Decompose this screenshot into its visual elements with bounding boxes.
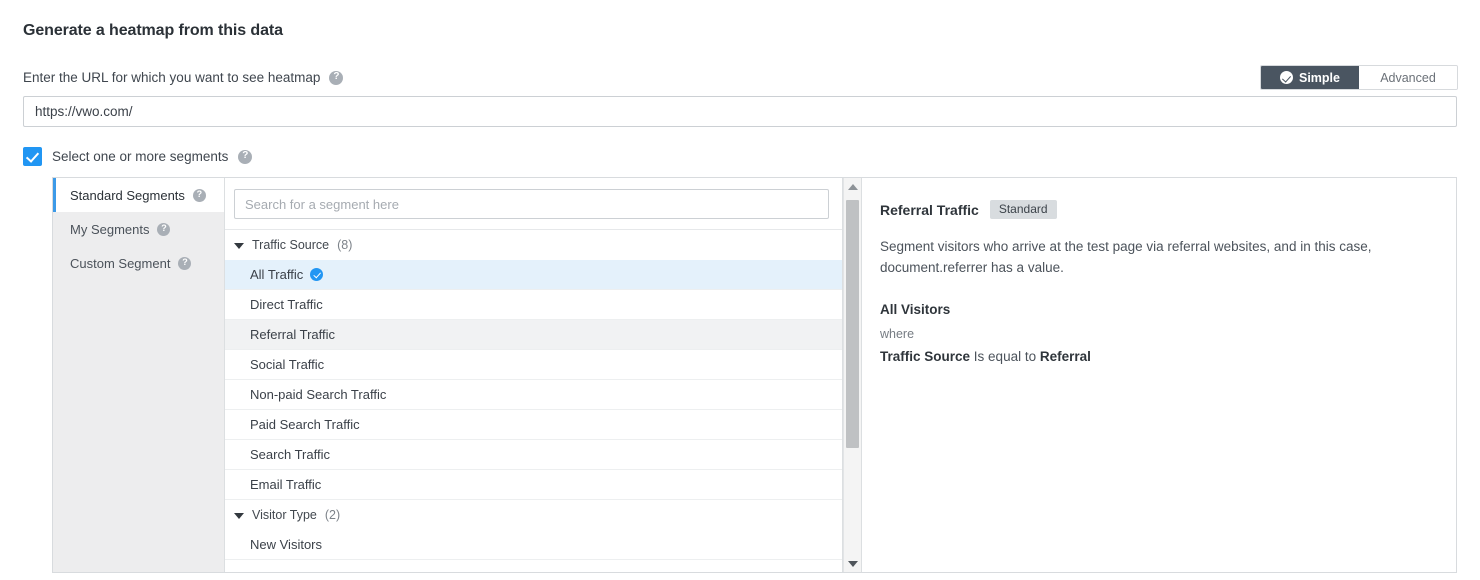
segment-tab-custom-segment-label: Custom Segment	[70, 255, 171, 271]
segment-item-new-visitors[interactable]: New Visitors	[225, 530, 842, 560]
segment-item-search-traffic[interactable]: Search Traffic	[225, 440, 842, 470]
segment-item-new-visitors-label: New Visitors	[250, 537, 323, 552]
mode-button-simple-label: Simple	[1299, 70, 1340, 85]
segment-item-paid-search-traffic[interactable]: Paid Search Traffic	[225, 410, 842, 440]
segment-item-referral-traffic[interactable]: Referral Traffic	[225, 320, 842, 350]
segment-detail-panel: Referral Traffic Standard Segment visito…	[862, 178, 1456, 572]
help-circle-icon-url[interactable]: ?	[329, 70, 344, 85]
segment-tab-custom-segment[interactable]: Custom Segment ?	[53, 246, 224, 280]
scrollbar-thumb[interactable]	[846, 200, 859, 448]
segment-item-non-paid-search-traffic[interactable]: Non-paid Search Traffic	[225, 380, 842, 410]
segment-detail-title-row: Referral Traffic Standard	[880, 200, 1432, 219]
segment-item-referral-traffic-label: Referral Traffic	[250, 327, 336, 342]
segment-detail-rule: Traffic Source Is equal to Referral	[880, 349, 1432, 364]
segment-item-non-paid-search-traffic-label: Non-paid Search Traffic	[250, 387, 387, 402]
segment-detail-scope: All Visitors	[880, 302, 951, 317]
chevron-up-icon-scroll[interactable]	[844, 178, 861, 195]
segment-group-visitor-type[interactable]: Visitor Type (2)	[225, 500, 842, 530]
segment-item-email-traffic[interactable]: Email Traffic	[225, 470, 842, 500]
segment-tabs: Standard Segments ? My Segments ? Custom…	[53, 178, 225, 572]
mode-button-advanced[interactable]: Advanced	[1359, 66, 1457, 89]
segment-tab-my-segments[interactable]: My Segments ?	[53, 212, 224, 246]
segment-detail-title: Referral Traffic	[880, 201, 979, 218]
heatmap-segment-selector-page: Generate a heatmap from this data Enter …	[0, 0, 1480, 580]
mode-button-advanced-label: Advanced	[1380, 70, 1436, 85]
segment-list: Traffic Source (8) All Traffic Direct Tr…	[225, 230, 842, 572]
segment-item-paid-search-traffic-label: Paid Search Traffic	[250, 417, 360, 432]
help-circle-icon-segments[interactable]: ?	[238, 149, 253, 164]
segment-item-search-traffic-label: Search Traffic	[250, 447, 330, 462]
url-label-row: Enter the URL for which you want to see …	[23, 70, 344, 85]
segment-item-email-traffic-label: Email Traffic	[250, 477, 322, 492]
chevron-down-icon-visitor-type	[234, 512, 244, 519]
segment-item-social-traffic[interactable]: Social Traffic	[225, 350, 842, 380]
mode-toggle[interactable]: Simple Advanced	[1260, 65, 1458, 90]
segment-tab-standard-segments[interactable]: Standard Segments ?	[53, 178, 224, 212]
segment-item-social-traffic-label: Social Traffic	[250, 357, 325, 372]
segment-panel: Standard Segments ? My Segments ? Custom…	[52, 177, 1457, 573]
select-segments-checkbox[interactable]	[23, 147, 42, 166]
segment-list-column: Traffic Source (8) All Traffic Direct Tr…	[225, 178, 843, 572]
chevron-down-icon-traffic-source	[234, 242, 244, 249]
segment-search-input[interactable]	[234, 189, 829, 219]
segment-detail-rule-value: Referral	[1039, 349, 1091, 364]
segment-tab-standard-segments-label: Standard Segments	[70, 187, 185, 203]
segment-item-all-traffic[interactable]: All Traffic	[225, 260, 842, 290]
segment-item-direct-traffic[interactable]: Direct Traffic	[225, 290, 842, 320]
help-circle-icon-my-segments[interactable]: ?	[157, 222, 171, 236]
select-segments-label: Select one or more segments	[52, 149, 229, 164]
segment-group-traffic-source[interactable]: Traffic Source (8)	[225, 230, 842, 260]
segments-checkbox-row: Select one or more segments ?	[23, 147, 253, 166]
segment-detail-description: Segment visitors who arrive at the test …	[880, 239, 1372, 275]
segment-group-traffic-source-label: Traffic Source	[252, 238, 330, 252]
chevron-down-icon-scroll[interactable]	[844, 555, 861, 572]
help-circle-icon-standard-segments[interactable]: ?	[192, 188, 206, 202]
page-title: Generate a heatmap from this data	[23, 22, 283, 39]
segment-tab-my-segments-label: My Segments	[70, 221, 150, 237]
help-circle-icon-custom-segment[interactable]: ?	[178, 256, 192, 270]
url-label: Enter the URL for which you want to see …	[23, 70, 321, 85]
segment-search-wrapper	[225, 178, 842, 230]
segment-detail-rule-attribute: Traffic Source	[880, 349, 971, 364]
check-circle-icon-all-traffic	[310, 268, 324, 281]
segment-group-visitor-type-count: (2)	[324, 508, 341, 522]
status-badge: Standard	[989, 200, 1057, 219]
segment-detail-rule-operator: Is equal to	[973, 349, 1037, 364]
mode-button-simple[interactable]: Simple	[1261, 66, 1359, 89]
segment-list-scrollbar[interactable]	[843, 178, 862, 572]
segment-item-direct-traffic-label: Direct Traffic	[250, 297, 323, 312]
segment-detail-where-label: where	[880, 327, 915, 341]
url-input[interactable]	[23, 96, 1457, 127]
segment-item-all-traffic-label: All Traffic	[250, 267, 304, 282]
segment-group-visitor-type-label: Visitor Type	[252, 508, 317, 522]
segment-group-traffic-source-count: (8)	[337, 238, 353, 252]
check-circle-icon	[1280, 71, 1293, 84]
